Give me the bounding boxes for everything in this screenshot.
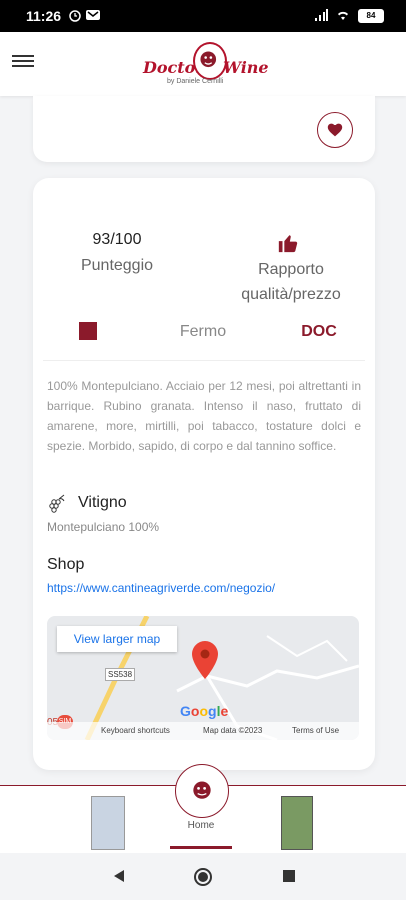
grape-value: Montepulciano 100%	[47, 520, 160, 534]
wine-type: Fermo	[179, 323, 227, 340]
favorite-button[interactable]	[317, 112, 353, 148]
wifi-icon	[338, 11, 348, 20]
system-navigation	[0, 853, 406, 900]
guide-book-left[interactable]	[91, 796, 125, 850]
wine-details-card: 93/100 Punteggio Rapporto qualità/prezzo…	[33, 178, 375, 770]
map-footer: Keyboard shortcuts Map data ©2023 Terms …	[47, 722, 359, 740]
app-header: Doctor Wine by Daniele Cernilli	[0, 32, 406, 96]
score-value: 93/100	[92, 231, 142, 248]
divider	[43, 360, 365, 361]
wine-top-card	[33, 96, 375, 162]
shop-title: Shop	[47, 556, 85, 573]
keyboard-shortcuts-link[interactable]: Keyboard shortcuts	[101, 726, 170, 735]
wine-description: 100% Montepulciano. Acciaio per 12 mesi,…	[47, 379, 361, 453]
bottom-navigation: Home	[0, 764, 406, 854]
shop-link[interactable]: https://www.cantineagriverde.com/negozio…	[47, 581, 275, 595]
home-face-icon	[193, 781, 211, 799]
app-logo[interactable]: Doctor Wine by Daniele Cernilli	[143, 38, 269, 90]
signal-icon	[315, 9, 328, 21]
logo-face-icon	[193, 42, 227, 80]
logo-text-wine: Wine	[223, 58, 269, 77]
recents-icon[interactable]	[283, 870, 295, 882]
home-active-indicator	[170, 846, 232, 849]
battery-icon: 84	[358, 9, 384, 23]
logo-subtitle: by Daniele Cernilli	[167, 78, 224, 85]
grape-icon	[49, 494, 65, 513]
wine-color-swatch	[79, 322, 97, 340]
embedded-map[interactable]: View larger map SS538 05 SIM Google Keyb…	[47, 616, 359, 740]
road-badge: SS538	[105, 668, 136, 681]
battery-level: 84	[366, 11, 376, 20]
thumbs-up-icon	[278, 235, 298, 253]
home-nav-icon[interactable]	[193, 867, 213, 887]
map-data-text: Map data ©2023	[203, 726, 263, 735]
map-pin-icon	[192, 641, 218, 679]
wine-denomination: DOC	[301, 323, 337, 340]
home-label: Home	[187, 820, 215, 831]
quality-price-label: Rapporto qualità/prezzo	[241, 261, 341, 303]
grape-title: Vitigno	[78, 494, 127, 511]
status-time: 11:26	[26, 8, 62, 24]
guide-book-right[interactable]	[281, 796, 313, 850]
view-larger-map-button[interactable]: View larger map	[57, 626, 177, 652]
google-logo: Google	[180, 703, 229, 719]
score-label: Punteggio	[80, 257, 154, 274]
alarm-icon	[69, 10, 81, 22]
back-icon[interactable]	[112, 869, 126, 883]
home-button[interactable]	[175, 764, 229, 818]
heart-icon	[327, 123, 343, 137]
terms-link[interactable]: Terms of Use	[292, 726, 339, 735]
hamburger-menu-icon[interactable]	[12, 52, 34, 70]
gmail-icon	[86, 10, 100, 20]
status-bar: 11:26 84	[0, 0, 406, 32]
